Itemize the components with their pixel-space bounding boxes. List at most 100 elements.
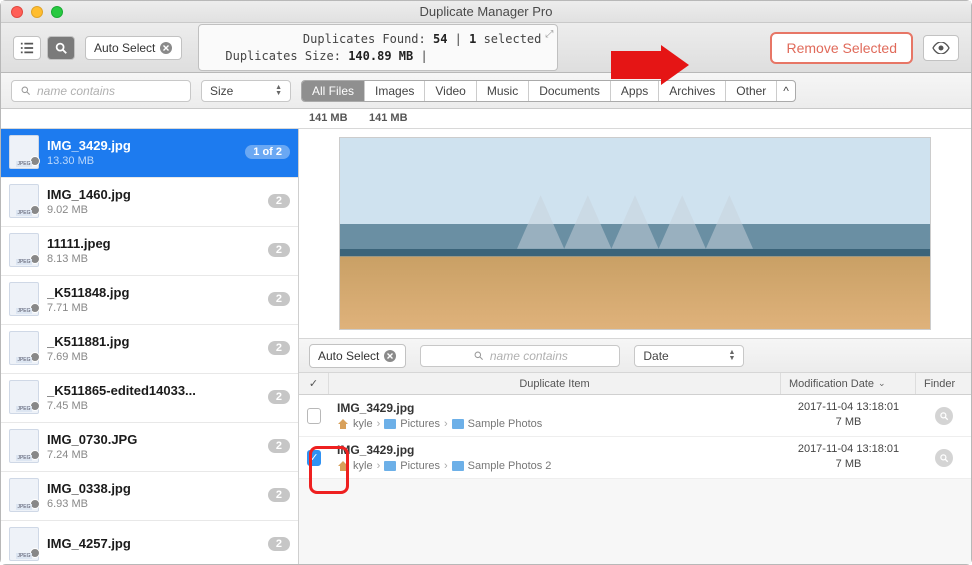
col-finder[interactable]: Finder [916,373,971,394]
file-thumbnail [9,380,39,414]
tab-all-files[interactable]: All Files [302,81,365,101]
folder-icon [384,419,396,429]
home-icon [337,460,349,472]
file-thumbnail [9,233,39,267]
file-size: 7 MB [836,416,862,428]
file-name: _K511881.jpg [47,334,260,349]
col-check[interactable]: ✓ [299,373,329,394]
sidebar-item[interactable]: _K511881.jpg 7.69 MB 2 [1,325,298,374]
size-row: 141 MB 141 MB [1,109,971,129]
detail-sort-select[interactable]: Date ▲▼ [634,345,744,367]
sidebar-item[interactable]: 11111.jpeg 8.13 MB 2 [1,227,298,276]
file-thumbnail [9,282,39,316]
window-title: Duplicate Manager Pro [1,4,971,19]
select-checkbox[interactable]: ✓ [307,450,321,466]
duplicate-count-badge: 2 [268,292,290,306]
duplicate-count-badge: 2 [268,439,290,453]
preview-image [339,137,931,330]
sidebar-item[interactable]: IMG_1460.jpg 9.02 MB 2 [1,178,298,227]
duplicate-count-badge: 1 of 2 [245,145,290,159]
file-size: 7 MB [836,458,862,470]
view-mode-search-button[interactable] [47,36,75,60]
detail-search-input[interactable]: name contains [420,345,620,367]
stats-panel: Duplicates Found: 54 | 1 selected Duplic… [198,24,558,72]
file-name: IMG_0338.jpg [47,481,260,496]
file-thumbnail [9,527,39,561]
tab-video[interactable]: Video [425,81,476,101]
file-name: IMG_3429.jpg [47,138,237,153]
sidebar-item[interactable]: IMG_3429.jpg 13.30 MB 1 of 2 [1,129,298,178]
detail-rows: IMG_3429.jpg kyle›Pictures›Sample Photos… [299,395,971,479]
duplicate-count-badge: 2 [268,194,290,208]
col-modification-date[interactable]: Modification Date⌄ [781,373,916,394]
content-pane: Auto Select name contains Date ▲▼ ✓ Dupl… [299,129,971,564]
sidebar-item[interactable]: IMG_0730.JPG 7.24 MB 2 [1,423,298,472]
file-name: IMG_0730.JPG [47,432,260,447]
duplicate-file-path: kyle›Pictures›Sample Photos [337,418,542,430]
file-name: 11111.jpeg [47,236,260,251]
search-icon [20,85,31,96]
remove-selected-button[interactable]: Remove Selected [770,32,913,64]
sidebar-search-input[interactable]: name contains [11,80,191,102]
search-icon [54,41,68,55]
toolbar: Auto Select Duplicates Found: 54 | 1 sel… [1,23,971,73]
file-thumbnail [9,184,39,218]
size-cell: 141 MB [359,109,418,128]
tab-documents[interactable]: Documents [529,81,611,101]
detail-row[interactable]: IMG_3429.jpg kyle›Pictures›Sample Photos… [299,395,971,437]
updown-icon: ▲▼ [728,350,735,362]
file-size: 7.24 MB [47,449,260,461]
clear-icon [159,41,173,55]
reveal-in-finder-button[interactable] [935,407,953,425]
view-mode-list-button[interactable] [13,36,41,60]
folder-icon [384,461,396,471]
file-name: IMG_4257.jpg [47,536,260,551]
reveal-in-finder-button[interactable] [935,449,953,467]
file-thumbnail [9,429,39,463]
eye-icon [932,42,950,54]
auto-select-button[interactable]: Auto Select [85,36,182,60]
file-thumbnail [9,135,39,169]
tab-music[interactable]: Music [477,81,529,101]
file-size: 7.45 MB [47,400,260,412]
auto-select-label: Auto Select [94,41,155,55]
image-preview [299,129,971,339]
file-name: IMG_1460.jpg [47,187,260,202]
search-icon [473,350,484,361]
list-icon [20,41,34,55]
chevron-down-icon: ⌄ [878,378,886,389]
sidebar-item[interactable]: _K511848.jpg 7.71 MB 2 [1,276,298,325]
file-size: 8.13 MB [47,253,260,265]
tab-images[interactable]: Images [365,81,425,101]
annotation-arrow [611,45,691,85]
file-thumbnail [9,478,39,512]
file-size: 9.02 MB [47,204,260,216]
preview-toggle-button[interactable] [923,35,959,61]
sidebar-list[interactable]: IMG_3429.jpg 13.30 MB 1 of 2 IMG_1460.jp… [1,129,299,564]
expand-icon[interactable]: ⤢ [545,28,553,42]
file-type-tabs: All FilesImagesVideoMusicDocumentsAppsAr… [301,80,796,102]
select-checkbox[interactable] [307,408,321,424]
tabs-overflow-button[interactable]: ^ [777,81,795,101]
clear-icon [383,349,397,363]
detail-row[interactable]: ✓ IMG_3429.jpg kyle›Pictures›Sample Phot… [299,437,971,479]
col-item[interactable]: Duplicate Item [329,373,781,394]
sidebar-item[interactable]: IMG_4257.jpg 2 [1,521,298,564]
file-thumbnail [9,331,39,365]
home-icon [337,418,349,430]
file-name: _K511848.jpg [47,285,260,300]
sidebar-sort-select[interactable]: Size ▲▼ [201,80,291,102]
duplicate-file-path: kyle›Pictures›Sample Photos 2 [337,460,551,472]
folder-icon [452,419,464,429]
folder-icon [452,461,464,471]
file-size: 7.71 MB [47,302,260,314]
tab-other[interactable]: Other [726,81,777,101]
file-size: 13.30 MB [47,155,237,167]
duplicate-count-badge: 2 [268,341,290,355]
filter-bar: name contains Size ▲▼ All FilesImagesVid… [1,73,971,109]
duplicate-file-name: IMG_3429.jpg [337,443,414,457]
duplicate-count-badge: 2 [268,537,290,551]
sidebar-item[interactable]: _K511865-edited14033... 7.45 MB 2 [1,374,298,423]
sidebar-item[interactable]: IMG_0338.jpg 6.93 MB 2 [1,472,298,521]
detail-auto-select-button[interactable]: Auto Select [309,344,406,368]
